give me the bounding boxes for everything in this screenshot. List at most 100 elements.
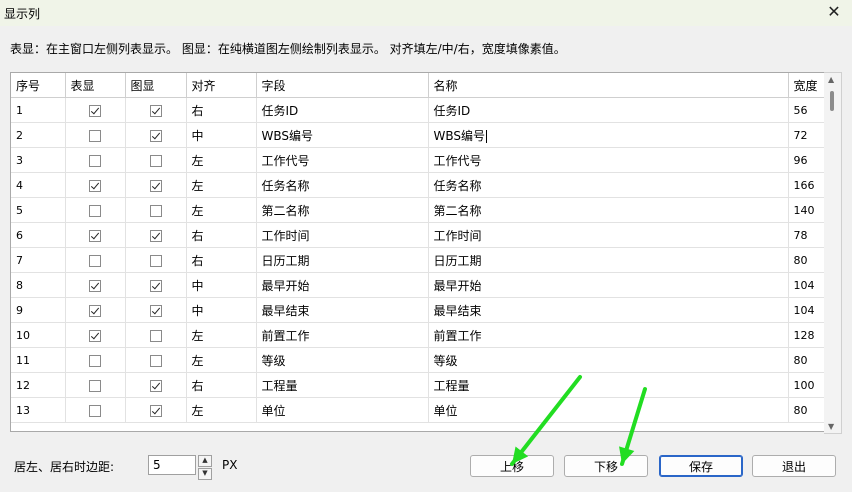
cell-align[interactable]: 右 (186, 222, 257, 248)
vertical-scrollbar[interactable]: ▲ ▼ (824, 72, 842, 434)
table-row[interactable]: 11 左 等级 等级 80 (11, 347, 825, 373)
cell-align[interactable]: 中 (186, 297, 257, 323)
table-row[interactable]: 2 中 WBS编号 WBS编号 72 (11, 122, 825, 148)
chart-show-checkbox[interactable] (149, 204, 162, 217)
table-row[interactable]: 3 左 工作代号 工作代号 96 (11, 147, 825, 173)
cell-align[interactable]: 右 (186, 372, 257, 398)
chart-show-checkbox[interactable] (149, 354, 162, 367)
move-down-button[interactable]: 下移 (564, 455, 648, 477)
table-show-checkbox[interactable] (89, 379, 101, 392)
margin-spinner[interactable]: ▲ ▼ (148, 455, 212, 480)
cell-index[interactable]: 13 (11, 397, 66, 423)
chart-show-checkbox[interactable] (149, 329, 162, 342)
table-show-checkbox[interactable] (89, 204, 101, 217)
cell-align[interactable]: 右 (186, 97, 257, 123)
cell-name[interactable]: 工作代号 (428, 147, 789, 173)
chart-show-checkbox[interactable] (149, 379, 162, 392)
spinner-up-icon[interactable]: ▲ (198, 455, 212, 467)
table-row[interactable]: 7 右 日历工期 日历工期 80 (11, 247, 825, 273)
cell-name[interactable]: 第二名称 (428, 197, 789, 223)
cell-name[interactable]: 工程量 (428, 372, 789, 398)
move-up-button[interactable]: 上移 (470, 455, 554, 477)
cell-align[interactable]: 左 (186, 347, 257, 373)
cell-field[interactable]: 任务ID (256, 97, 429, 123)
header-width[interactable]: 宽度 (788, 73, 825, 98)
cell-field[interactable]: 第二名称 (256, 197, 429, 223)
cell-field[interactable]: 工作时间 (256, 222, 429, 248)
table-show-checkbox[interactable] (89, 104, 101, 117)
chart-show-checkbox[interactable] (149, 104, 162, 117)
table-show-checkbox[interactable] (89, 154, 101, 167)
cell-index[interactable]: 7 (11, 247, 66, 273)
chart-show-checkbox[interactable] (149, 229, 162, 242)
cell-width[interactable]: 100 (788, 372, 825, 398)
table-row[interactable]: 9 中 最早结束 最早结束 104 (11, 297, 825, 323)
spinner-down-icon[interactable]: ▼ (198, 468, 212, 480)
chart-show-checkbox[interactable] (149, 154, 162, 167)
cell-name[interactable]: 等级 (428, 347, 789, 373)
margin-input[interactable] (148, 455, 196, 475)
header-align[interactable]: 对齐 (186, 73, 257, 98)
cell-width[interactable]: 80 (788, 347, 825, 373)
cell-field[interactable]: 任务名称 (256, 172, 429, 198)
table-show-checkbox[interactable] (89, 304, 101, 317)
cell-name[interactable]: 前置工作 (428, 322, 789, 348)
scroll-up-icon[interactable]: ▲ (828, 75, 834, 84)
cell-field[interactable]: 日历工期 (256, 247, 429, 273)
cell-index[interactable]: 2 (11, 122, 66, 148)
save-button[interactable]: 保存 (659, 455, 743, 477)
close-icon[interactable]: ✕ (824, 2, 844, 22)
cell-name[interactable]: 任务ID (428, 97, 789, 123)
cell-align[interactable]: 左 (186, 172, 257, 198)
cell-index[interactable]: 3 (11, 147, 66, 173)
cell-width[interactable]: 166 (788, 172, 825, 198)
table-row[interactable]: 4 左 任务名称 任务名称 166 (11, 172, 825, 198)
cell-index[interactable]: 6 (11, 222, 66, 248)
chart-show-checkbox[interactable] (149, 254, 162, 267)
chart-show-checkbox[interactable] (149, 404, 162, 417)
cell-align[interactable]: 左 (186, 397, 257, 423)
cell-index[interactable]: 5 (11, 197, 66, 223)
table-show-checkbox[interactable] (89, 229, 101, 242)
cell-name[interactable]: 工作时间 (428, 222, 789, 248)
cell-field[interactable]: 工作代号 (256, 147, 429, 173)
cell-width[interactable]: 96 (788, 147, 825, 173)
scroll-down-icon[interactable]: ▼ (828, 422, 834, 431)
cell-field[interactable]: 最早开始 (256, 272, 429, 298)
cell-width[interactable]: 104 (788, 297, 825, 323)
cell-index[interactable]: 4 (11, 172, 66, 198)
cell-index[interactable]: 10 (11, 322, 66, 348)
cell-width[interactable]: 104 (788, 272, 825, 298)
table-show-checkbox[interactable] (89, 354, 101, 367)
cell-width[interactable]: 78 (788, 222, 825, 248)
cell-index[interactable]: 12 (11, 372, 66, 398)
table-show-checkbox[interactable] (89, 129, 101, 142)
spinner-arrows[interactable]: ▲ ▼ (198, 455, 212, 480)
header-table-show[interactable]: 表显 (65, 73, 126, 98)
table-show-checkbox[interactable] (89, 279, 101, 292)
chart-show-checkbox[interactable] (149, 129, 162, 142)
chart-show-checkbox[interactable] (149, 179, 162, 192)
cell-field[interactable]: 前置工作 (256, 322, 429, 348)
cell-name[interactable]: 日历工期 (428, 247, 789, 273)
cell-name[interactable]: 最早结束 (428, 297, 789, 323)
cell-field[interactable]: 单位 (256, 397, 429, 423)
cell-field[interactable]: 工程量 (256, 372, 429, 398)
cell-field[interactable]: 最早结束 (256, 297, 429, 323)
cell-index[interactable]: 1 (11, 97, 66, 123)
cell-align[interactable]: 中 (186, 122, 257, 148)
cell-align[interactable]: 中 (186, 272, 257, 298)
cell-field[interactable]: 等级 (256, 347, 429, 373)
exit-button[interactable]: 退出 (752, 455, 836, 477)
cell-index[interactable]: 8 (11, 272, 66, 298)
header-field[interactable]: 字段 (256, 73, 429, 98)
cell-align[interactable]: 左 (186, 322, 257, 348)
cell-name[interactable]: 任务名称 (428, 172, 789, 198)
header-index[interactable]: 序号 (11, 73, 66, 98)
cell-name[interactable]: 最早开始 (428, 272, 789, 298)
cell-name[interactable]: WBS编号 (428, 122, 789, 148)
cell-width[interactable]: 80 (788, 247, 825, 273)
cell-width[interactable]: 80 (788, 397, 825, 423)
chart-show-checkbox[interactable] (149, 304, 162, 317)
cell-index[interactable]: 11 (11, 347, 66, 373)
